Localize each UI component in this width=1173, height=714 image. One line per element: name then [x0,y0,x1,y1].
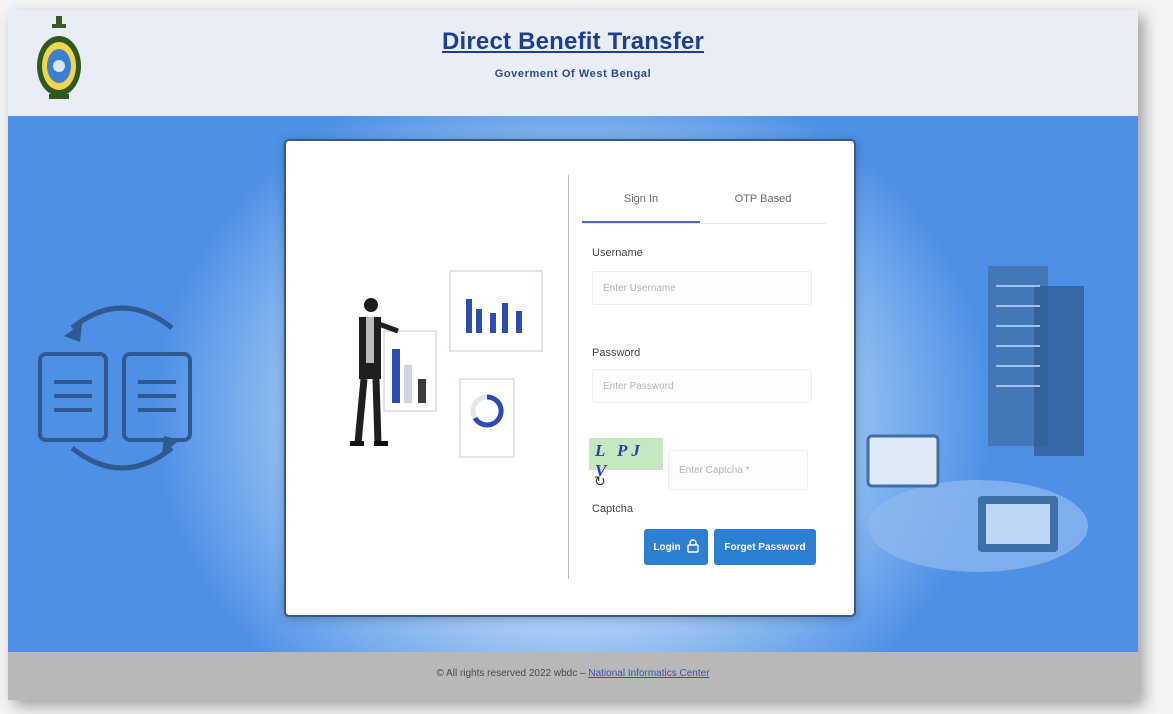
username-input[interactable] [592,271,812,305]
login-tabs: Sign In OTP Based [582,183,826,224]
active-tab-indicator [582,221,700,223]
footer-brand: wbdc [553,668,578,679]
analytics-illustration [344,261,554,466]
username-label: Username [592,247,643,259]
site-title[interactable]: Direct Benefit Transfer [8,28,1138,56]
copyright-text: © All rights reserved 2022 [436,668,552,679]
refresh-icon[interactable]: ↻ [594,473,606,490]
nic-link[interactable]: National Informatics Center [588,668,709,679]
tab-sign-in[interactable]: Sign In [582,193,700,205]
captcha-label: Captcha [592,503,633,515]
forget-password-button[interactable]: Forget Password [714,529,816,565]
login-button-label: Login [653,541,681,553]
server-network-icon [858,256,1098,601]
document-sync-icon [32,298,212,483]
password-label: Password [592,347,641,359]
site-header: Direct Benefit Transfer Goverment Of Wes… [8,10,1138,116]
password-input[interactable] [592,369,812,403]
login-button[interactable]: Login [644,529,708,565]
card-divider [568,175,569,579]
login-card: Sign In OTP Based Username Password L PJ… [284,139,856,617]
tab-otp-based[interactable]: OTP Based [704,193,822,205]
captcha-input[interactable] [668,450,808,490]
site-subtitle: Goverment Of West Bengal [494,68,652,80]
captcha-image: L PJ V [589,438,663,480]
site-footer: © All rights reserved 2022 wbdc – Nation… [8,652,1138,700]
footer-copyright: © All rights reserved 2022 wbdc – Nation… [436,668,710,679]
lock-icon [686,538,699,556]
